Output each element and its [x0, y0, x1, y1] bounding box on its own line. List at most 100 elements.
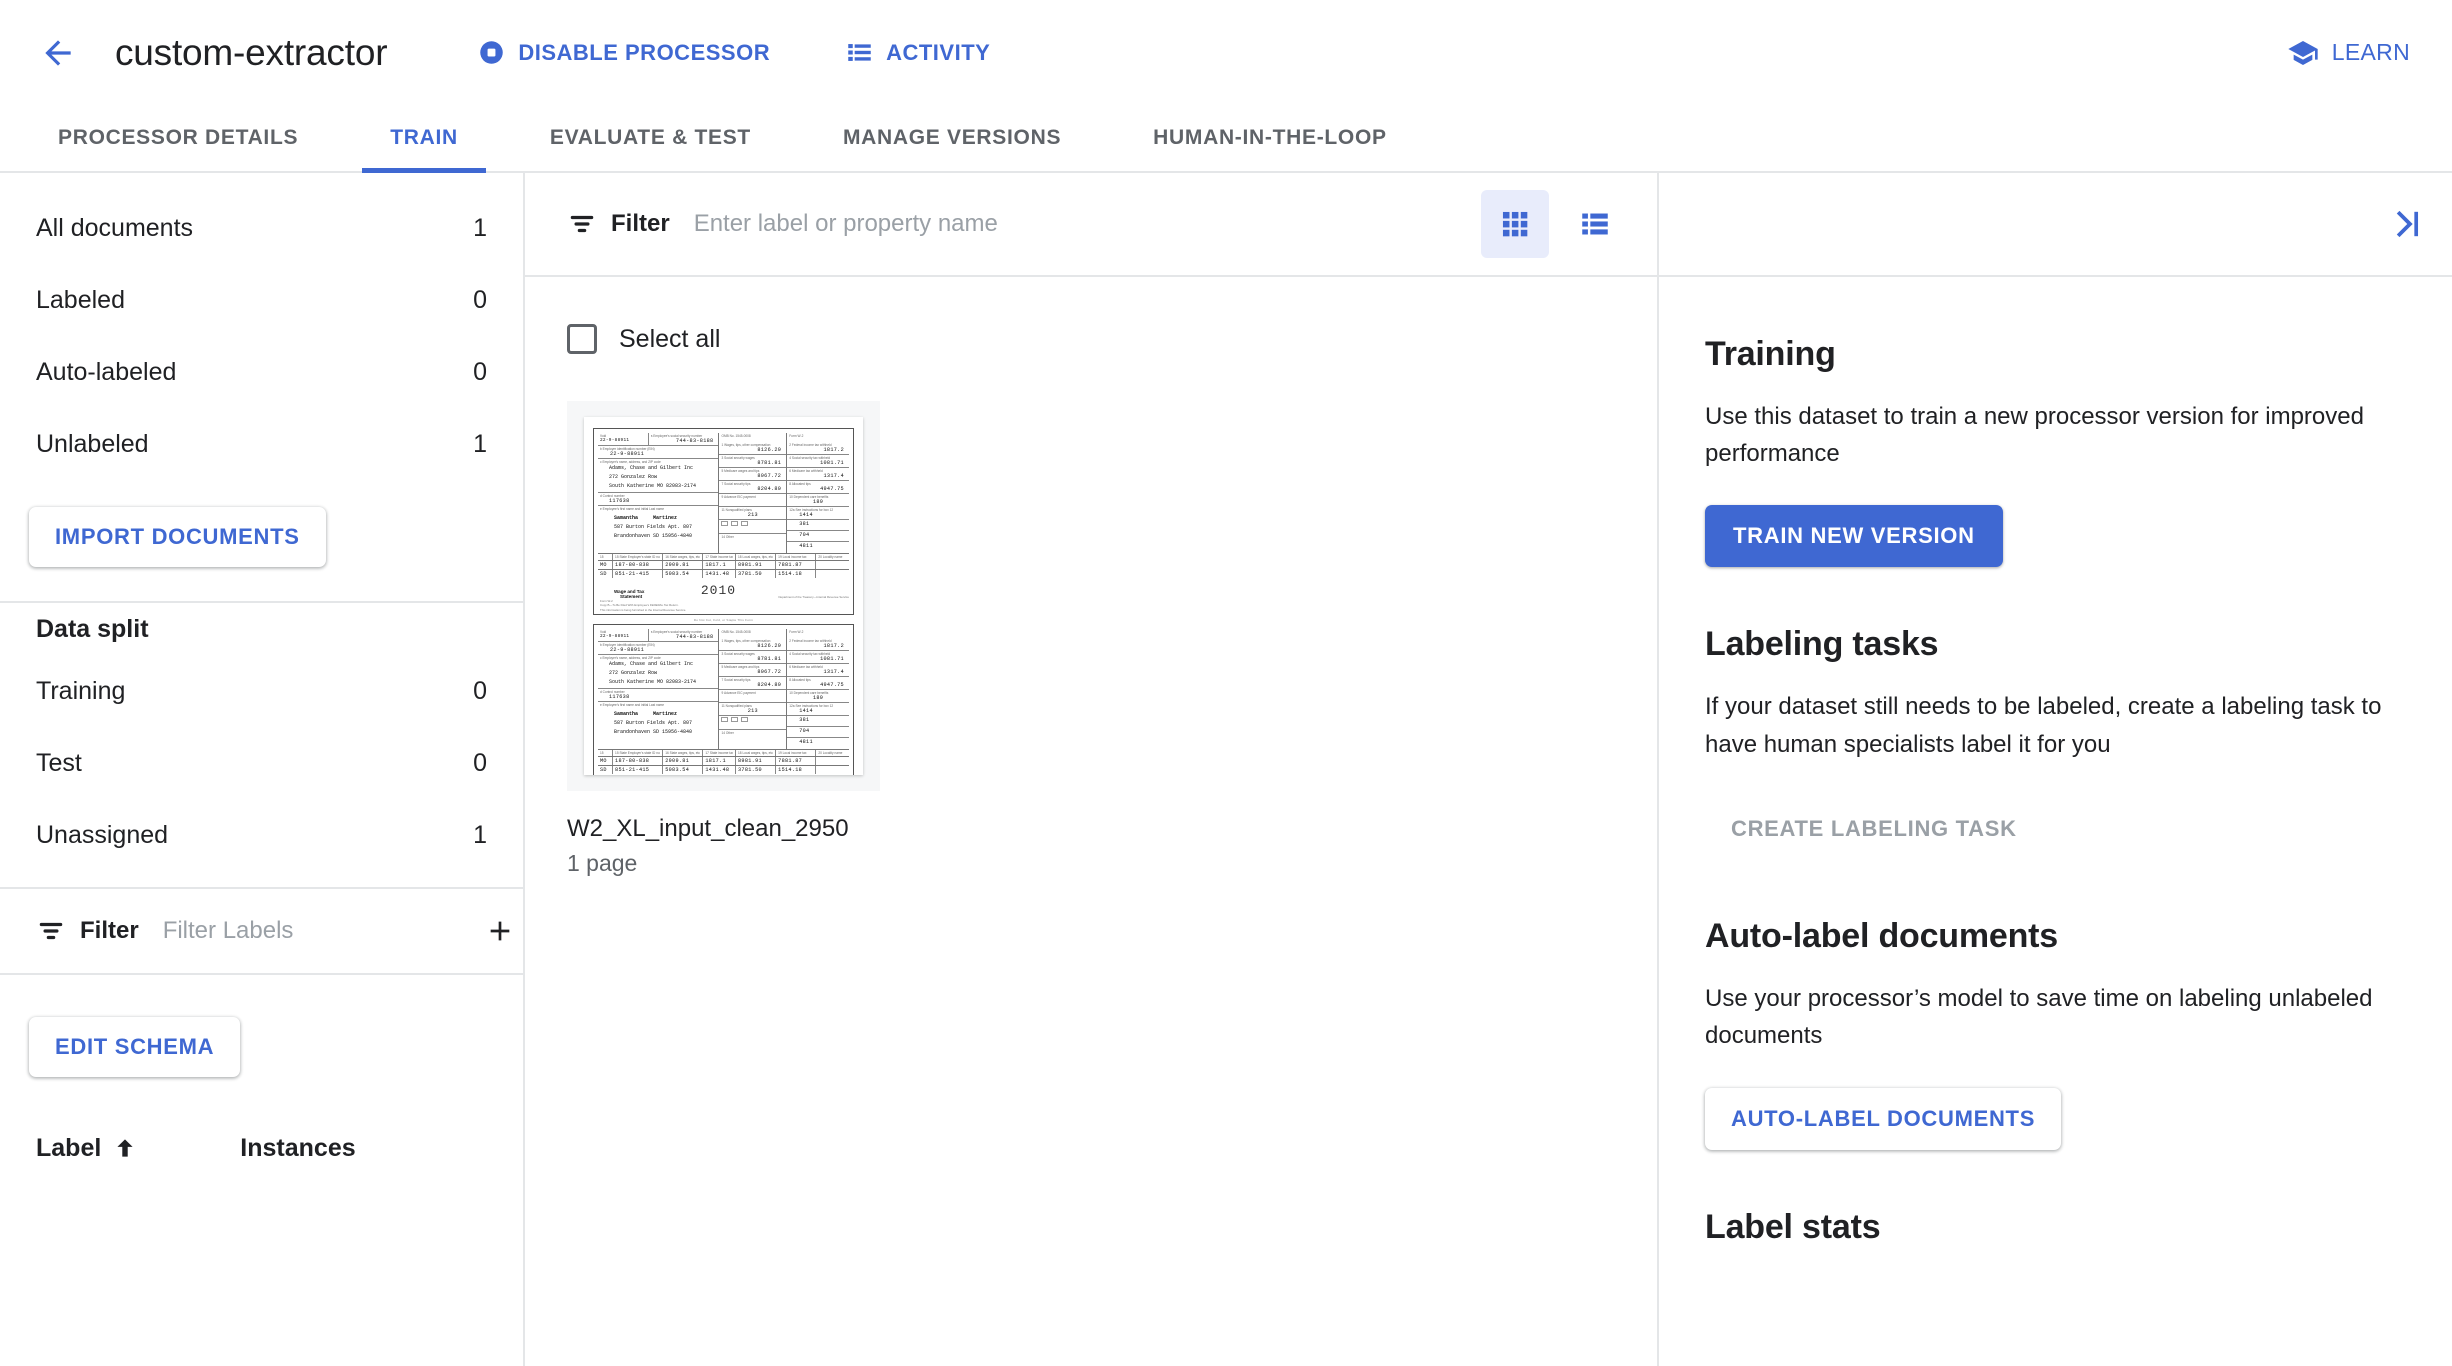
train-new-version-button[interactable]: TRAIN NEW VERSION — [1705, 505, 2003, 568]
stat-label: Test — [36, 748, 82, 777]
grid-view-button[interactable] — [1481, 190, 1549, 258]
collapse-panel-button[interactable] — [2376, 195, 2434, 253]
documents-filter-label: Filter — [611, 210, 670, 237]
list-view-button[interactable] — [1561, 190, 1629, 258]
add-label-button[interactable] — [473, 904, 523, 958]
stat-value: 0 — [473, 676, 487, 705]
w2-box12c: 704 — [799, 532, 810, 538]
w2-local-wages-label: 18 Local wages, tips, etc. — [738, 555, 774, 559]
tab-human-in-the-loop[interactable]: HUMAN-IN-THE-LOOP — [1125, 105, 1415, 171]
stat-value: 1 — [473, 820, 487, 849]
document-ai-train-page: custom-extractor DISABLE PROCESSOR ACTIV… — [0, 0, 2452, 1366]
w2-form-preview: Void 22-9-88911 a Employee's social secu… — [584, 417, 863, 775]
w2-box12c-2: 704 — [799, 728, 810, 735]
page-body: All documents 1 Labeled 0 Auto-labeled 0… — [0, 173, 2452, 1366]
stat-label: Unassigned — [36, 820, 169, 849]
w2-state-row-2: SD 851-21-415 5083.54 1431.48 3781.50 15… — [598, 569, 849, 578]
w2-employee-last: Martinez — [653, 515, 678, 521]
w2-dep-care-2: 189 — [812, 695, 824, 702]
activity-button[interactable]: ACTIVITY — [828, 25, 1008, 80]
back-button[interactable] — [30, 25, 86, 81]
select-all-checkbox[interactable] — [567, 324, 597, 354]
auto-label-documents-button[interactable]: AUTO-LABEL DOCUMENTS — [1705, 1088, 2062, 1151]
w2-copy-b: Void 22-9-88911 a Employee's social secu… — [593, 428, 854, 616]
sidebar-item-test[interactable]: Test 0 — [0, 727, 523, 799]
auto-label-section: Auto-label documents Use your processor’… — [1705, 917, 2406, 1151]
w2-employee-last-2: Martinez — [653, 711, 678, 718]
w2-fed-tax: 1817.2 — [823, 447, 844, 453]
w2-ein-value2-2: 22-9-88911 — [610, 647, 645, 654]
sidebar-item-labeled[interactable]: Labeled 0 — [0, 264, 523, 336]
filter-icon — [570, 215, 594, 233]
w2-ssn-value: 744-83-8188 — [675, 438, 714, 444]
disable-processor-button[interactable]: DISABLE PROCESSOR — [460, 25, 788, 80]
w2-medicare-wages: 8067.72 — [757, 473, 782, 479]
topbar-actions: DISABLE PROCESSOR ACTIVITY — [460, 25, 1008, 80]
learn-button[interactable]: LEARN — [2279, 27, 2418, 79]
w2-ss-wages-2: 8781.81 — [757, 656, 782, 663]
graduation-cap-icon — [2288, 40, 2318, 65]
sidebar-item-all-documents[interactable]: All documents 1 — [0, 192, 523, 264]
w2-state-id-1: 187-80-838 — [615, 562, 650, 568]
arrow-left-icon — [45, 39, 71, 66]
w2-employer-name-2: Adams, Chase and Gilbert Inc — [609, 661, 694, 668]
tab-processor-details[interactable]: PROCESSOR DETAILS — [30, 105, 326, 171]
document-grid: Void 22-9-88911 a Employee's social secu… — [567, 401, 1615, 877]
w2-ss-tax: 1081.71 — [820, 460, 844, 466]
tab-manage-versions[interactable]: MANAGE VERSIONS — [815, 105, 1089, 171]
document-stats-section: All documents 1 Labeled 0 Auto-labeled 0… — [0, 173, 523, 603]
filter-icon — [39, 922, 63, 940]
w2-state-id-2-2: 851-21-415 — [615, 767, 650, 774]
documents-filter-input[interactable] — [693, 210, 1481, 238]
document-name: W2_XL_input_clean_2950 — [567, 815, 849, 842]
sidebar-item-unlabeled[interactable]: Unlabeled 1 — [0, 408, 523, 480]
import-documents-button[interactable]: IMPORT DOCUMENTS — [29, 507, 326, 567]
label-column-header[interactable]: Label — [36, 1134, 138, 1163]
w2-local-tax-1-2: 7881.87 — [778, 758, 803, 765]
w2-employer-name: Adams, Chase and Gilbert Inc — [609, 465, 694, 471]
document-card[interactable]: Void 22-9-88911 a Employee's social secu… — [567, 401, 880, 877]
sidebar-item-training[interactable]: Training 0 — [0, 655, 523, 727]
w2-wages: 8126.20 — [757, 447, 782, 453]
sidebar-item-auto-labeled[interactable]: Auto-labeled 0 — [0, 336, 523, 408]
create-labeling-task-button[interactable]: CREATE LABELING TASK — [1705, 799, 2043, 859]
w2-control-value: 117638 — [609, 498, 630, 504]
w2-form-number-2: Form W-2 — [789, 630, 804, 635]
sidebar-item-unassigned[interactable]: Unassigned 1 — [0, 799, 523, 871]
view-toggle-group — [1481, 190, 1629, 258]
tab-train[interactable]: TRAIN — [362, 105, 486, 173]
edit-schema-button[interactable]: EDIT SCHEMA — [29, 1017, 241, 1077]
w2-control-value-2: 117638 — [609, 694, 630, 701]
sidebar: All documents 1 Labeled 0 Auto-labeled 0… — [0, 173, 525, 1366]
w2-state-id-2: 851-21-415 — [615, 571, 650, 577]
tab-bar: PROCESSOR DETAILS TRAIN EVALUATE & TEST … — [0, 105, 2452, 173]
w2-state-tax-label-2: 17 State income tax — [705, 751, 734, 756]
stat-value: 1 — [473, 429, 487, 458]
document-thumbnail[interactable]: Void 22-9-88911 a Employee's social secu… — [567, 401, 880, 791]
w2-employee-street-2: 587 Burton Fields Apt. 807 — [614, 719, 693, 726]
w2-employee-name: Samantha Martinez — [600, 511, 716, 523]
tab-evaluate-and-test[interactable]: EVALUATE & TEST — [522, 105, 779, 171]
w2-wages-2: 8126.20 — [757, 643, 782, 650]
label-filter-bar: Filter — [0, 889, 523, 975]
learn-label: LEARN — [2331, 39, 2410, 65]
w2-local-wages-1: 8981.91 — [738, 562, 762, 568]
stat-value: 0 — [473, 748, 487, 777]
data-split-title: Data split — [36, 614, 149, 643]
tab-label: HUMAN-IN-THE-LOOP — [1153, 126, 1387, 149]
label-filter-input[interactable] — [162, 917, 473, 945]
w2-alloc-tips: 4947.75 — [820, 486, 844, 492]
w2-ein-value2: 22-9-88911 — [610, 451, 645, 457]
w2-state-wages-1: 2909.81 — [665, 562, 690, 568]
w2-state-wages-label-2: 16 State wages, tips, etc. — [665, 751, 701, 756]
w2-state-tax-1: 1817.1 — [705, 562, 726, 568]
w2-box12b-2: 381 — [799, 717, 810, 724]
w2-employer-street: 272 Gonzalez Row — [609, 473, 658, 480]
w2-box12d-2: 4811 — [799, 739, 813, 746]
label-stats-title: Label stats — [1705, 1208, 1881, 1247]
w2-medicare-tax: 1317.4 — [823, 473, 844, 479]
w2-employer-city-2: South Katherine MO 82083-2174 — [609, 678, 697, 685]
tab-label: EVALUATE & TEST — [549, 126, 751, 149]
stat-label: Unlabeled — [36, 429, 149, 458]
w2-state-id-1-2: 187-80-838 — [615, 758, 650, 765]
